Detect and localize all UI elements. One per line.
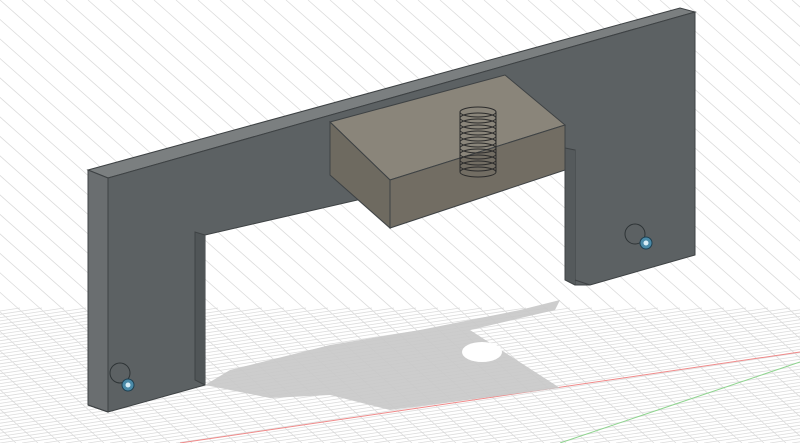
canvas[interactable] (0, 0, 800, 443)
shadow-hole (462, 342, 502, 362)
left-side-face (87, 169, 109, 413)
3d-viewport[interactable] (0, 0, 800, 443)
